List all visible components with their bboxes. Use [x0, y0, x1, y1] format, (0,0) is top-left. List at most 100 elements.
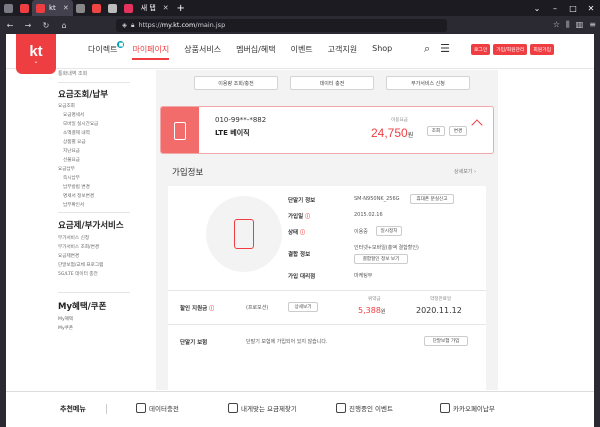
menu-icon[interactable]: ☰ — [440, 42, 450, 56]
nav-products[interactable]: 상품서비스 — [184, 44, 221, 60]
recommended-title: 추천메뉴 — [60, 405, 86, 413]
minimize-icon[interactable]: – — [546, 0, 564, 16]
sidebar-item[interactable]: 요금명세서 — [58, 111, 98, 120]
info-icon[interactable]: ⓘ — [300, 230, 305, 236]
fee-detail-button[interactable]: 조회 — [427, 126, 445, 136]
recommend-plan-finder[interactable]: 내게맞는 요금제찾기 — [228, 403, 297, 413]
forward-arrow-icon[interactable]: → — [22, 21, 34, 30]
event-icon — [336, 403, 346, 413]
signup-button[interactable]: 회원가입 — [530, 44, 555, 55]
tab-new[interactable]: 새 탭 ✕ — [137, 0, 173, 16]
discount-value: 인터넷+모바일(총액 결합할인) — [354, 245, 419, 251]
search-icon[interactable]: ⌕ — [424, 42, 430, 56]
info-icon[interactable]: ⓘ — [209, 306, 214, 312]
sidebar-item[interactable]: 요금제변경 — [58, 252, 103, 261]
chevron-down-icon[interactable]: ⌄ — [528, 0, 546, 16]
home-icon[interactable]: ⌂ — [58, 21, 70, 30]
library-icon[interactable]: ⫼ — [566, 20, 570, 30]
chevron-up-icon[interactable] — [471, 119, 483, 131]
chevron-down-icon: ⌄ — [33, 59, 39, 65]
bookmark-star-icon[interactable]: ☆ — [553, 20, 560, 30]
nav-direct[interactable]: 다이렉트 ■ — [88, 41, 125, 60]
recommend-events[interactable]: 진행중인 이벤트 — [336, 403, 393, 413]
plan-change-button[interactable]: 변경 — [449, 126, 467, 136]
recommend-data-charge[interactable]: 데이터충전 — [136, 403, 179, 413]
nav-membership[interactable]: 멤버십/혜택 — [236, 44, 276, 60]
tab-kt[interactable]: kt ✕ — [32, 0, 73, 16]
subsidy-detail-button[interactable]: 상세보기 — [288, 302, 318, 312]
tab-favicon-1[interactable] — [16, 0, 32, 16]
nav-support[interactable]: 고객지원 — [328, 44, 357, 60]
sidebar-item[interactable]: 납부확인서 — [58, 201, 98, 210]
sidebar-top-link[interactable]: 통화내역 조회 — [58, 70, 87, 77]
sidebar-item[interactable]: 부가서비스 신청 — [58, 234, 103, 243]
sidebar-item[interactable]: My혜택 — [58, 315, 73, 324]
usage-check-button[interactable]: 이용량 조회/충전 — [194, 76, 278, 90]
nav-event[interactable]: 이벤트 — [291, 44, 313, 60]
phone-icon — [174, 122, 186, 140]
join-date-value: 2015.02.16 — [354, 212, 383, 218]
sidebar-item[interactable]: 요금납부 — [58, 165, 98, 174]
sidebar-title-benefits[interactable]: My혜택/쿠폰 — [58, 300, 106, 312]
close-window-icon[interactable]: ✕ — [582, 0, 600, 16]
tab-favicon-3[interactable] — [89, 0, 105, 16]
fee-label: 이용요금 — [391, 118, 408, 123]
sidebar-item[interactable]: 단말보험/교체 프로그램 — [58, 261, 103, 270]
sidebar-item[interactable]: 요금조회 — [58, 102, 98, 111]
info-title: 가입정보 — [172, 168, 204, 178]
info-icon[interactable]: ⓘ — [305, 214, 310, 220]
window-controls: ⌄ – □ ✕ — [528, 0, 600, 16]
reload-icon[interactable]: ↻ — [40, 21, 52, 30]
penalty-amount: 5,388원 — [358, 306, 386, 315]
sidebar-item[interactable]: 부가서비스 조회/변경 — [58, 243, 103, 252]
tab-favicon-5[interactable] — [121, 0, 137, 16]
agent-label: 가입 대리점 — [288, 274, 316, 280]
join-date-label-text: 가입일 — [288, 214, 304, 220]
sidebar-item[interactable]: 소액결제 내역 — [58, 129, 98, 138]
sidebar-title-billing[interactable]: 요금조회/납부 — [58, 88, 108, 100]
close-icon[interactable]: ✕ — [63, 4, 69, 12]
recommend-kakaopay[interactable]: 카카오페이납부 — [440, 403, 495, 413]
url-bar[interactable]: ◈ 🔒︎ https://my.kt.com/main.jsp — [116, 18, 447, 32]
insurance-join-button[interactable]: 단말보험 가입 — [424, 336, 468, 346]
addon-service-button[interactable]: 부가서비스 신청 — [386, 76, 470, 90]
sidebar-icon[interactable]: ▥ — [576, 20, 584, 30]
new-tab-plus-icon[interactable]: + — [173, 0, 189, 16]
tab-overview-icon[interactable] — [0, 0, 16, 16]
plan-name: LTE 베이직 — [215, 129, 250, 137]
subscription-info: 가입정보 상세보기 › 단말기 정보 SM-N950NK_256G 휴대폰 분실… — [160, 154, 494, 394]
pay-icon — [440, 403, 450, 413]
tab-favicon-4[interactable] — [105, 0, 121, 16]
sidebar-item[interactable]: 지난요금 — [58, 147, 98, 156]
maximize-icon[interactable]: □ — [564, 0, 582, 16]
sidebar-item[interactable]: 납부방법 변경 — [58, 183, 98, 192]
sidebar-links-plans: 부가서비스 신청 부가서비스 조회/변경 요금제변경 단말보험/교체 프로그램 … — [58, 234, 103, 279]
data-charge-button[interactable]: 데이터 충전 — [290, 76, 374, 90]
sidebar-item[interactable]: 5G/LTE 데이터 충전 — [58, 270, 103, 279]
tab-label: kt — [49, 4, 56, 12]
close-icon[interactable]: ✕ — [163, 4, 169, 12]
pause-button[interactable]: 일시정지 — [376, 226, 402, 236]
contract-end-value: 2020.11.12 — [416, 306, 462, 315]
join-manage-button[interactable]: 가입/회원관리 — [493, 44, 528, 55]
sidebar-title-plans[interactable]: 요금제/부가서비스 — [58, 219, 124, 231]
tab-favicon-2[interactable] — [73, 0, 89, 16]
nav-mypage[interactable]: 마이페이지 — [132, 44, 170, 60]
sidebar-item[interactable]: My쿠폰 — [58, 324, 73, 333]
sidebar-item[interactable]: 모바일 실시간요금 — [58, 120, 98, 129]
kt-logo[interactable]: kt ⌄ — [16, 34, 56, 74]
menu-icon[interactable]: ≡ — [589, 20, 596, 30]
sidebar-item[interactable]: 상품별 요금 — [58, 138, 98, 147]
device-label: 단말기 정보 — [288, 198, 316, 204]
lost-report-button[interactable]: 휴대폰 분실신고 — [410, 194, 454, 204]
login-button[interactable]: 로그인 — [471, 44, 491, 55]
sidebar-item[interactable]: 선불요금 — [58, 156, 98, 165]
nav-shop[interactable]: Shop — [372, 44, 392, 60]
recommended-menu-bar: 추천메뉴 데이터충전 내게맞는 요금제찾기 진행중인 이벤트 카카오페이납부 — [6, 391, 594, 427]
discount-info-button[interactable]: 결합할인 정보 보기 — [354, 254, 408, 264]
back-arrow-icon[interactable]: ← — [4, 21, 16, 30]
info-detail-link[interactable]: 상세보기 › — [454, 168, 476, 175]
agent-value: 마케팅부 — [354, 273, 373, 279]
sidebar-item[interactable]: 명세서 정보변경 — [58, 192, 98, 201]
sidebar-item[interactable]: 즉시납부 — [58, 174, 98, 183]
